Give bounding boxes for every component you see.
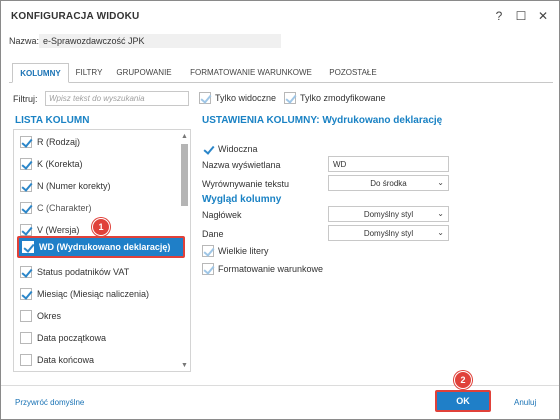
maximize-icon[interactable]: ☐	[513, 8, 529, 24]
footer-divider	[1, 385, 559, 386]
filter-search-input[interactable]	[45, 91, 189, 106]
close-icon[interactable]: ✕	[535, 8, 551, 24]
conditional-formatting-checkbox[interactable]	[202, 263, 214, 275]
column-item-label: K (Korekta)	[37, 159, 83, 169]
tab-filters[interactable]: FILTRY	[73, 63, 105, 83]
ok-button[interactable]: OK	[435, 390, 491, 412]
tab-conditional-formatting[interactable]: FORMATOWANIE WARUNKOWE	[187, 63, 315, 83]
column-item-month[interactable]: Miesiąc (Miesiąc naliczenia)	[20, 283, 182, 305]
display-name-field[interactable]	[328, 156, 449, 172]
tab-columns[interactable]: KOLUMNY	[12, 63, 69, 83]
alignment-value: Do środka	[370, 178, 407, 188]
column-item-checkbox[interactable]	[20, 288, 32, 300]
data-style-label: Dane	[202, 229, 224, 239]
alignment-select[interactable]: Do środka ⌄	[328, 175, 449, 191]
header-style-label: Nagłówek	[202, 210, 242, 220]
column-look-header: Wygląd kolumny	[202, 194, 282, 205]
column-item-label: WD (Wydrukowano deklarację)	[39, 242, 171, 252]
column-item-checkbox[interactable]	[20, 354, 32, 366]
tab-other[interactable]: POZOSTAŁE	[323, 63, 383, 83]
column-list: R (Rodzaj) K (Korekta) N (Numer korekty)…	[13, 129, 191, 372]
configuration-dialog: KONFIGURACJA WIDOKU ? ☐ ✕ Nazwa: KOLUMNY…	[0, 0, 560, 420]
restore-defaults-link[interactable]: Przywróć domyślne	[15, 398, 84, 407]
data-style-select[interactable]: Domyślny styl ⌄	[328, 225, 449, 241]
column-item-label: Okres	[37, 311, 62, 321]
header-style-value: Domyślny styl	[363, 209, 414, 219]
uppercase-checkbox[interactable]	[202, 245, 214, 257]
column-item-checkbox[interactable]	[20, 180, 32, 192]
column-item-label: V (Wersja)	[37, 225, 80, 235]
only-modified-option[interactable]: Tylko zmodyfikowane	[284, 92, 386, 104]
column-item-checkbox[interactable]	[20, 266, 32, 278]
only-visible-label: Tylko widoczne	[215, 93, 277, 103]
name-row: Nazwa:	[9, 34, 281, 48]
step-badge-2: 2	[454, 371, 472, 389]
dialog-title: KONFIGURACJA WIDOKU	[11, 11, 140, 22]
column-item-c[interactable]: C (Charakter)	[20, 197, 182, 219]
column-item-n[interactable]: N (Numer korekty)	[20, 175, 182, 197]
column-item-label: C (Charakter)	[37, 203, 92, 213]
column-item-checkbox[interactable]	[20, 224, 32, 236]
tab-strip: KOLUMNY FILTRY GRUPOWANIE FORMATOWANIE W…	[9, 63, 553, 83]
column-item-end-date[interactable]: Data końcowa	[20, 349, 182, 371]
column-item-label: Miesiąc (Miesiąc naliczenia)	[37, 289, 150, 299]
column-item-label: Data końcowa	[37, 355, 95, 365]
column-item-checkbox[interactable]	[20, 158, 32, 170]
data-style-value: Domyślny styl	[363, 228, 414, 238]
chevron-down-icon: ⌄	[437, 228, 444, 237]
tab-grouping[interactable]: GRUPOWANIE	[112, 63, 176, 83]
visible-checkbox[interactable]	[202, 143, 214, 155]
scroll-thumb[interactable]	[181, 144, 188, 206]
name-label: Nazwa:	[9, 36, 40, 46]
column-list-header: LISTA KOLUMN	[15, 115, 90, 126]
scroll-down-icon[interactable]: ▼	[180, 361, 189, 370]
conditional-formatting-option[interactable]: Formatowanie warunkowe	[202, 260, 323, 278]
column-item-k[interactable]: K (Korekta)	[20, 153, 182, 175]
only-modified-label: Tylko zmodyfikowane	[300, 93, 386, 103]
column-item-label: Status podatników VAT	[37, 267, 130, 277]
cancel-link[interactable]: Anuluj	[514, 398, 536, 407]
column-item-checkbox[interactable]	[20, 202, 32, 214]
column-item-checkbox[interactable]	[20, 136, 32, 148]
uppercase-option[interactable]: Wielkie litery	[202, 242, 269, 260]
column-item-period[interactable]: Okres	[20, 305, 182, 327]
only-modified-checkbox[interactable]	[284, 92, 296, 104]
column-item-checkbox[interactable]	[20, 310, 32, 322]
filter-label: Filtruj:	[13, 94, 38, 104]
column-item-label: Data początkowa	[37, 333, 107, 343]
column-item-checkbox[interactable]	[20, 332, 32, 344]
chevron-down-icon: ⌄	[437, 178, 444, 187]
visible-label: Widoczna	[218, 144, 258, 154]
column-item-wd-selected[interactable]: WD (Wydrukowano deklarację)	[17, 236, 185, 258]
column-settings-header: USTAWIENIA KOLUMNY: Wydrukowano deklarac…	[202, 115, 443, 126]
column-item-label: N (Numer korekty)	[37, 181, 111, 191]
title-bar: KONFIGURACJA WIDOKU ? ☐ ✕	[1, 1, 559, 31]
chevron-down-icon: ⌄	[437, 209, 444, 218]
display-name-label: Nazwa wyświetlana	[202, 160, 281, 170]
header-style-select[interactable]: Domyślny styl ⌄	[328, 206, 449, 222]
column-item-start-date[interactable]: Data początkowa	[20, 327, 182, 349]
help-icon[interactable]: ?	[491, 8, 507, 24]
name-field[interactable]	[39, 34, 281, 48]
column-list-scrollbar[interactable]: ▲ ▼	[180, 132, 189, 370]
column-item-checkbox[interactable]	[22, 241, 34, 253]
only-visible-option[interactable]: Tylko widoczne	[199, 92, 276, 104]
conditional-formatting-label: Formatowanie warunkowe	[218, 264, 324, 274]
column-item-r[interactable]: R (Rodzaj)	[20, 131, 182, 153]
visible-option[interactable]: Widoczna	[202, 140, 258, 158]
column-item-label: R (Rodzaj)	[37, 137, 81, 147]
only-visible-checkbox[interactable]	[199, 92, 211, 104]
uppercase-label: Wielkie litery	[218, 246, 269, 256]
step-badge-1: 1	[92, 218, 110, 236]
column-item-vat-status[interactable]: Status podatników VAT	[20, 261, 182, 283]
alignment-label: Wyrównywanie tekstu	[202, 179, 289, 189]
scroll-up-icon[interactable]: ▲	[180, 132, 189, 141]
